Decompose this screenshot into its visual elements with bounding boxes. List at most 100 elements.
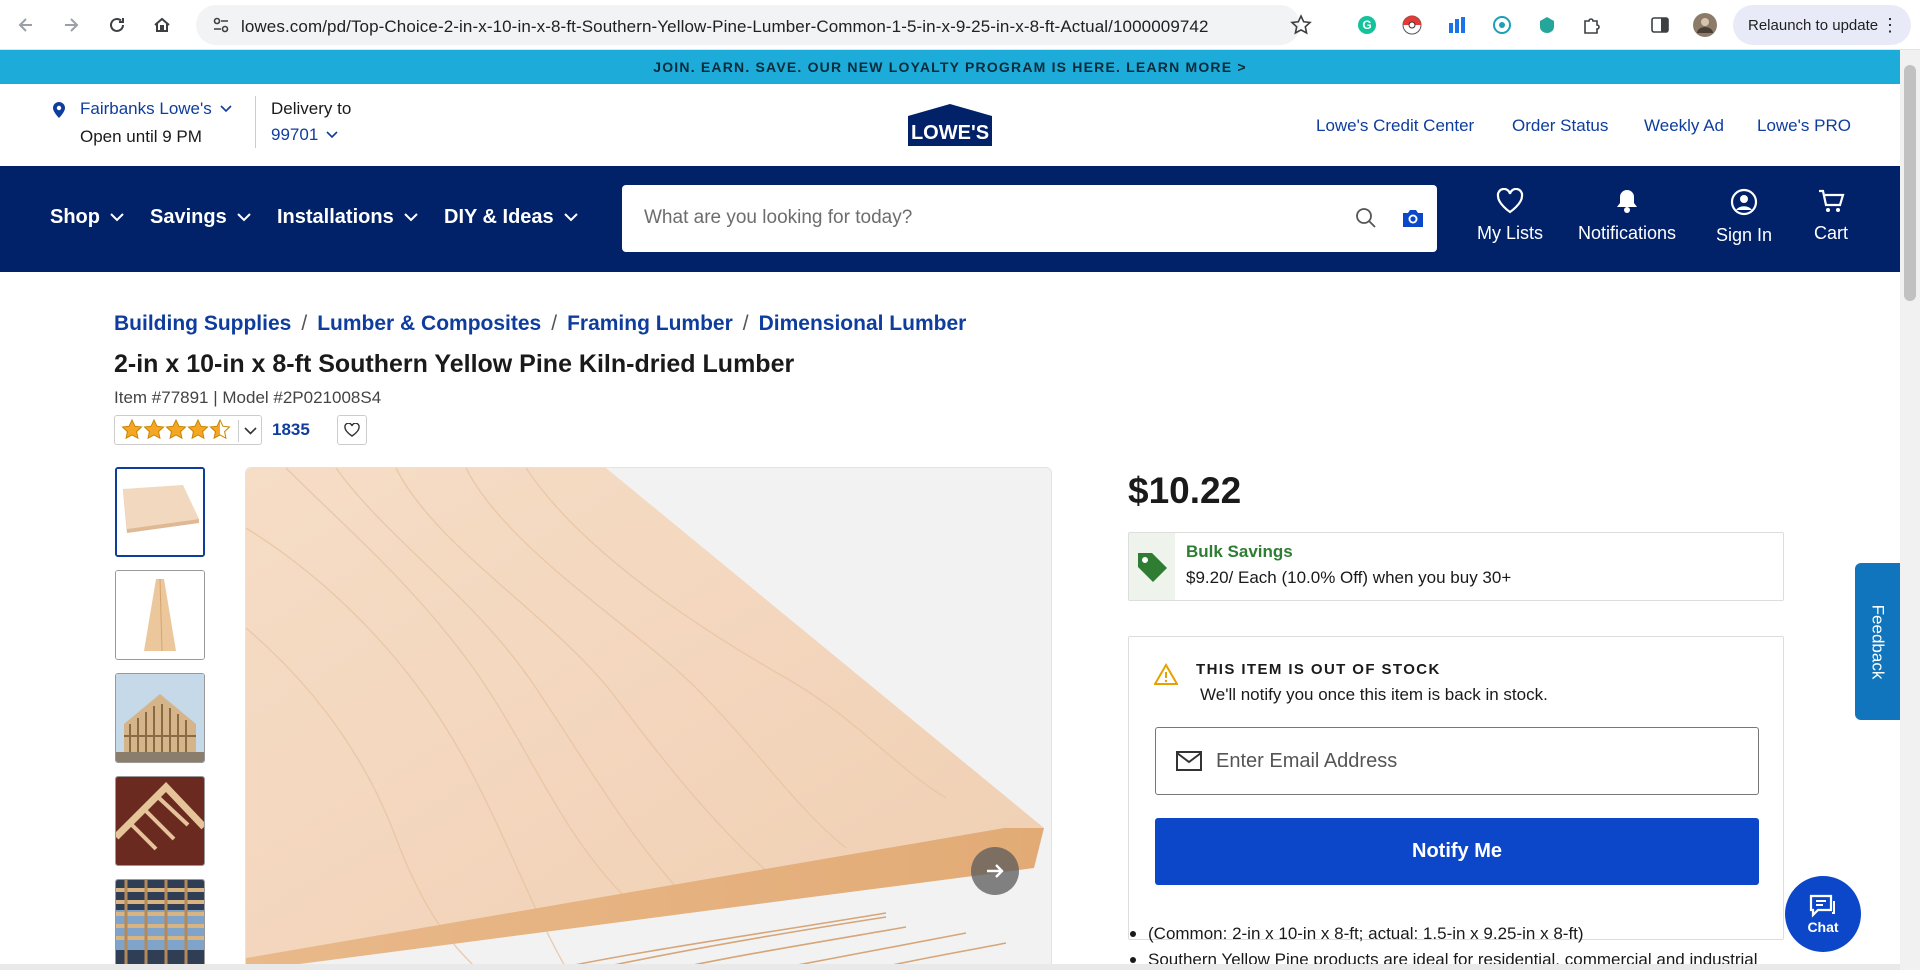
store-selector[interactable]: Fairbanks Lowe's <box>80 99 232 119</box>
nav-diy-label: DIY & Ideas <box>444 206 554 228</box>
star-rating-icon <box>122 419 230 439</box>
breadcrumb-separator: / <box>551 312 558 335</box>
envelope-icon <box>1176 751 1202 776</box>
product-main-image[interactable] <box>245 467 1052 970</box>
vpn-extension-icon[interactable] <box>1535 13 1559 37</box>
thumbnail-house-frame[interactable] <box>115 673 205 763</box>
lowes-pro-link[interactable]: Lowe's PRO <box>1757 116 1851 136</box>
pokeball-extension-icon[interactable] <box>1400 13 1424 37</box>
nav-diy-ideas[interactable]: DIY & Ideas <box>444 206 578 229</box>
profile-avatar[interactable] <box>1693 13 1717 37</box>
camera-search-icon[interactable] <box>1401 207 1425 234</box>
feedback-tab[interactable]: Feedback <box>1855 563 1900 720</box>
store-header: Fairbanks Lowe's Open until 9 PM Deliver… <box>0 84 1900 166</box>
forward-icon[interactable] <box>55 9 87 41</box>
extensions-puzzle-icon[interactable] <box>1580 13 1604 37</box>
back-icon[interactable] <box>10 9 42 41</box>
ai-extension-icon[interactable] <box>1490 13 1514 37</box>
chevron-down-icon <box>236 213 251 222</box>
bookmark-star-icon[interactable] <box>1290 14 1312 41</box>
nav-savings-label: Savings <box>150 206 227 228</box>
order-status-link[interactable]: Order Status <box>1512 116 1608 136</box>
sign-in-label: Sign In <box>1715 225 1773 245</box>
chat-bubble-icon <box>1809 894 1835 918</box>
address-bar[interactable]: lowes.com/pd/Top-Choice-2-in-x-10-in-x-8… <box>196 5 1312 45</box>
add-to-list-button[interactable] <box>337 415 367 445</box>
bell-icon <box>1617 190 1637 213</box>
header-divider <box>255 96 256 148</box>
breadcrumb-separator: / <box>301 312 308 335</box>
svg-text:LOWE'S: LOWE'S <box>911 122 989 144</box>
sign-in-button[interactable]: Sign In <box>1709 188 1779 246</box>
home-icon[interactable] <box>146 9 178 41</box>
store-hours: Open until 9 PM <box>80 127 202 146</box>
promo-text: JOIN. EARN. SAVE. OUR NEW LOYALTY PROGRA… <box>653 59 1247 75</box>
notifications-button[interactable]: Notifications <box>1574 188 1680 244</box>
notifications-label: Notifications <box>1577 223 1677 243</box>
scrollbar-thumb[interactable] <box>1904 65 1916 301</box>
breadcrumb: Building Supplies / Lumber & Composites … <box>114 312 966 336</box>
bulk-savings-title: Bulk Savings <box>1186 542 1293 561</box>
chevron-down-icon <box>110 213 124 222</box>
nav-shop[interactable]: Shop <box>50 206 124 229</box>
reload-icon[interactable] <box>101 9 133 41</box>
delivery-zip-selector[interactable]: 99701 <box>271 125 338 145</box>
review-count-link[interactable]: 1835 <box>272 420 310 440</box>
weekly-ad-link[interactable]: Weekly Ad <box>1644 116 1724 136</box>
chat-label: Chat <box>1807 919 1839 935</box>
bulk-savings-text: $9.20/ Each (10.0% Off) when you buy 30+ <box>1186 568 1512 587</box>
notify-me-button[interactable]: Notify Me <box>1155 818 1759 885</box>
svg-text:G: G <box>1362 18 1371 32</box>
product-title: 2-in x 10-in x 8-ft Southern Yellow Pine… <box>114 350 795 378</box>
store-name: Fairbanks Lowe's <box>80 99 212 118</box>
nav-installations-label: Installations <box>277 206 394 228</box>
item-model-number: Item #77891 | Model #2P021008S4 <box>114 388 382 407</box>
nav-installations[interactable]: Installations <box>277 206 418 229</box>
rating-stars[interactable] <box>114 415 262 445</box>
side-panel-icon[interactable] <box>1648 13 1672 37</box>
search-icon[interactable] <box>1355 207 1377 234</box>
chevron-down-icon <box>563 213 578 222</box>
chart-extension-icon[interactable] <box>1445 13 1469 37</box>
thumbnail-ceiling-beams[interactable] <box>115 879 205 969</box>
thumbnail-board-end[interactable] <box>115 570 205 660</box>
location-pin-icon <box>52 101 66 124</box>
loyalty-promo-banner[interactable]: JOIN. EARN. SAVE. OUR NEW LOYALTY PROGRA… <box>0 50 1900 84</box>
breadcrumb-separator: / <box>742 312 749 335</box>
cart-icon <box>1819 189 1845 212</box>
credit-center-link[interactable]: Lowe's Credit Center <box>1316 116 1474 136</box>
delivery-zip: 99701 <box>271 125 319 144</box>
chevron-down-icon <box>326 131 338 139</box>
nav-savings[interactable]: Savings <box>150 206 251 229</box>
chevron-down-icon <box>403 213 418 222</box>
breadcrumb-dimensional-lumber[interactable]: Dimensional Lumber <box>759 312 967 336</box>
nav-shop-label: Shop <box>50 206 100 228</box>
rating-divider <box>238 420 239 442</box>
grammarly-extension-icon[interactable]: G <box>1355 13 1379 37</box>
heart-icon <box>1496 188 1524 214</box>
url-text: lowes.com/pd/Top-Choice-2-in-x-10-in-x-8… <box>241 17 1209 36</box>
lowes-logo[interactable]: LOWE'S <box>902 102 998 148</box>
my-lists-button[interactable]: My Lists <box>1475 188 1545 244</box>
arrow-right-icon <box>987 864 1004 878</box>
email-input[interactable] <box>1216 746 1736 776</box>
heart-icon <box>344 423 360 437</box>
chat-button[interactable]: Chat <box>1785 876 1861 952</box>
warning-icon <box>1153 663 1179 690</box>
out-of-stock-heading: THIS ITEM IS OUT OF STOCK <box>1196 661 1441 678</box>
main-navigation: Shop Savings Installations DIY & Ideas M… <box>0 166 1900 272</box>
feedback-label: Feedback <box>1868 604 1888 679</box>
relaunch-update-button[interactable]: Relaunch to update ⋮ <box>1733 5 1911 45</box>
delivery-label: Delivery to <box>271 99 352 118</box>
thumbnail-board-top[interactable] <box>115 467 205 557</box>
thumbnail-roof-truss[interactable] <box>115 776 205 866</box>
breadcrumb-lumber-composites[interactable]: Lumber & Composites <box>317 312 541 336</box>
site-info-icon[interactable] <box>212 16 230 39</box>
horizontal-scrollbar[interactable] <box>0 964 1900 970</box>
browser-toolbar: lowes.com/pd/Top-Choice-2-in-x-10-in-x-8… <box>0 0 1920 50</box>
image-next-button[interactable] <box>971 847 1019 895</box>
breadcrumb-building-supplies[interactable]: Building Supplies <box>114 312 291 336</box>
breadcrumb-framing-lumber[interactable]: Framing Lumber <box>567 312 733 336</box>
search-input[interactable] <box>644 203 1334 233</box>
cart-button[interactable]: Cart <box>1806 188 1856 244</box>
